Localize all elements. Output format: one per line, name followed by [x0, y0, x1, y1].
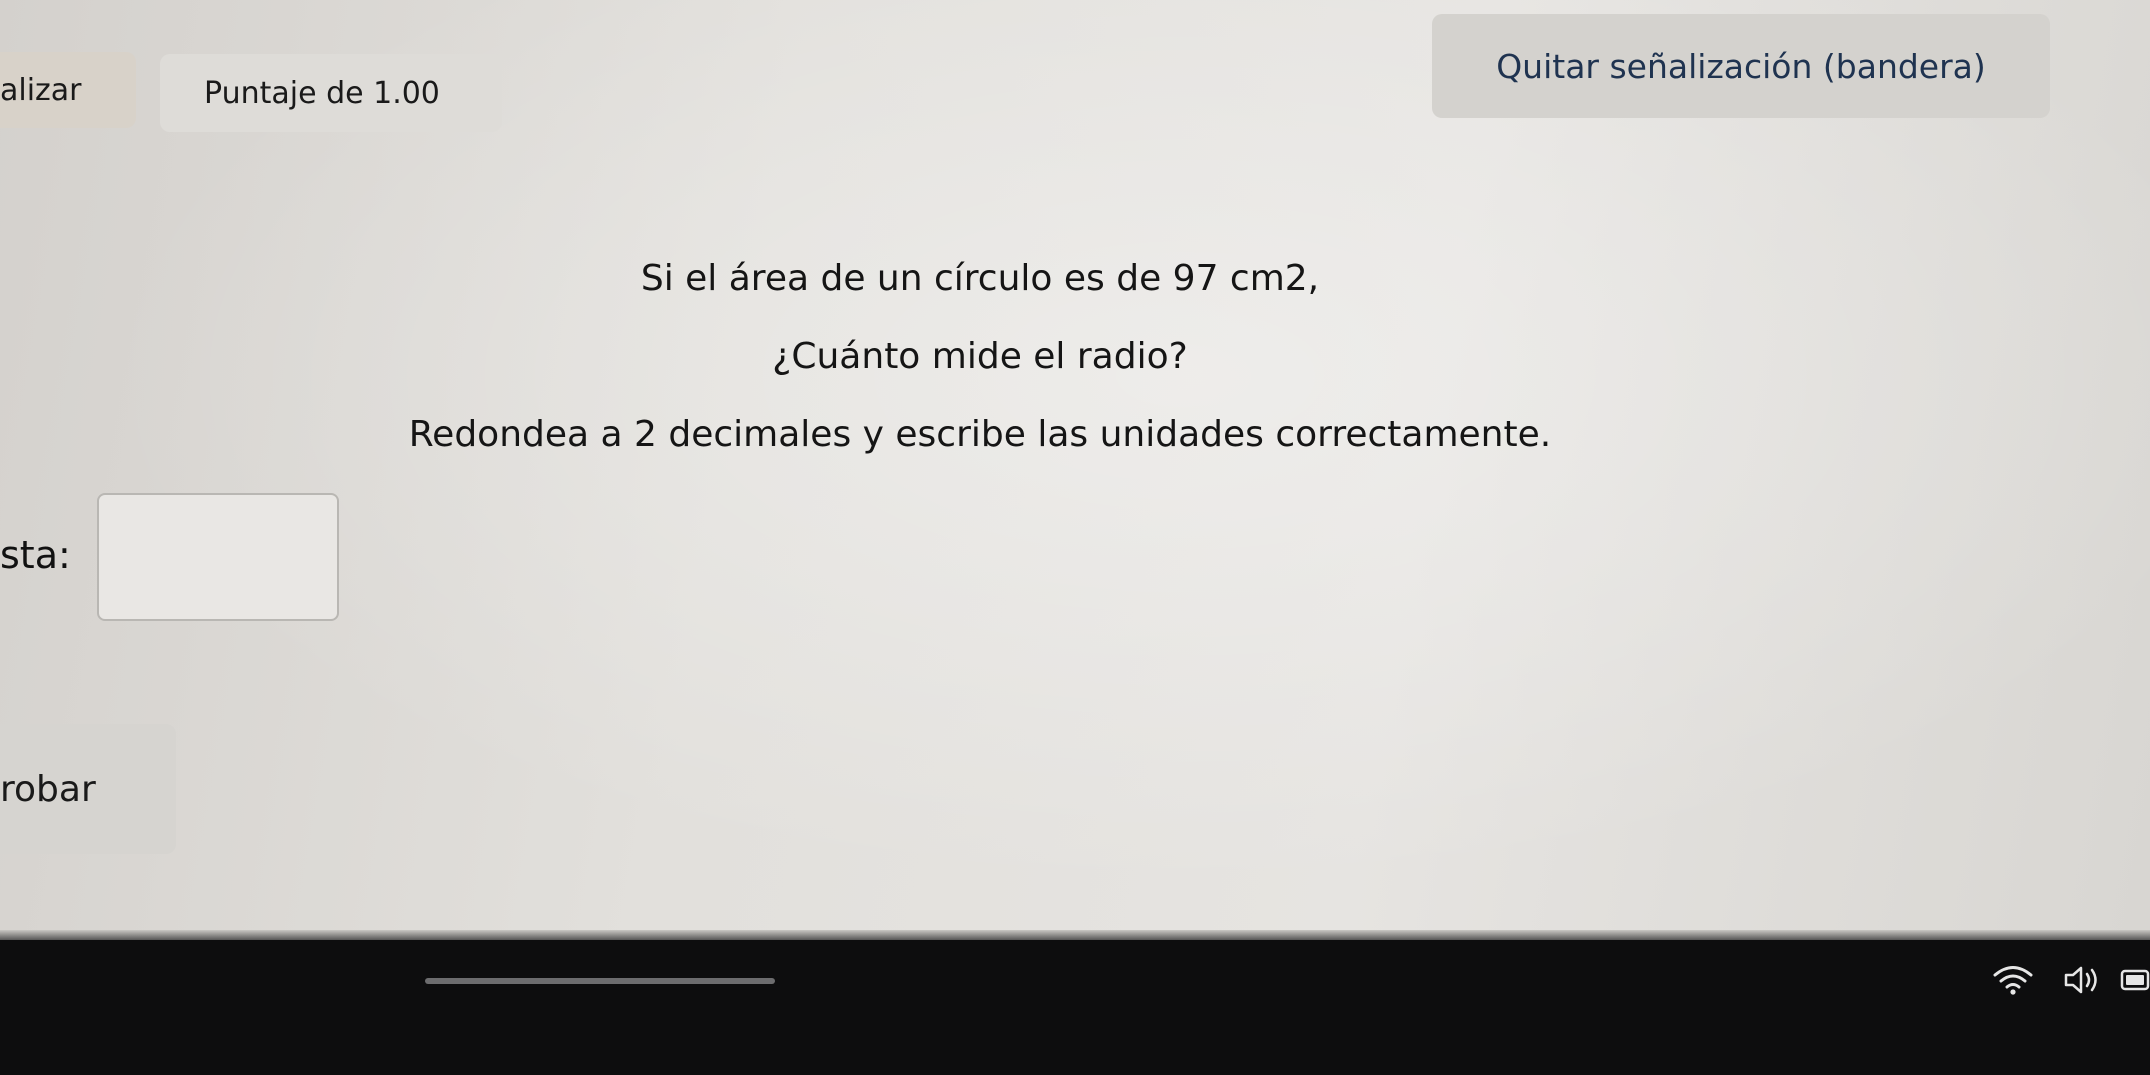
battery-icon[interactable] — [2118, 958, 2150, 1002]
taskbar — [0, 940, 2150, 1075]
home-indicator[interactable] — [425, 978, 775, 984]
check-button-label: robar — [0, 768, 96, 810]
volume-icon[interactable] — [2058, 958, 2108, 1002]
question-line-prompt: ¿Cuánto mide el radio? — [772, 336, 1188, 377]
quiz-page: alizar Puntaje de 1.00 Quitar señalizaci… — [0, 0, 2150, 940]
question-text: Si el área de un círculo es de 97 cm2, ¿… — [0, 240, 1960, 474]
question-line-area: Si el área de un círculo es de 97 cm2, — [640, 258, 1320, 299]
finalize-button-label: alizar — [0, 72, 82, 108]
finalize-button[interactable]: alizar — [0, 52, 136, 128]
remove-flag-label: Quitar señalización (bandera) — [1496, 46, 1986, 86]
check-button[interactable]: robar — [0, 724, 176, 854]
score-label: Puntaje de 1.00 — [204, 75, 440, 111]
question-line-instructions: Redondea a 2 decimales y escribe las uni… — [408, 414, 1552, 455]
answer-input[interactable] — [97, 493, 339, 621]
wifi-icon[interactable] — [1988, 958, 2038, 1002]
remove-flag-button[interactable]: Quitar señalización (bandera) — [1432, 14, 2050, 118]
answer-label: sta: — [0, 533, 71, 577]
score-badge: Puntaje de 1.00 — [160, 54, 502, 132]
